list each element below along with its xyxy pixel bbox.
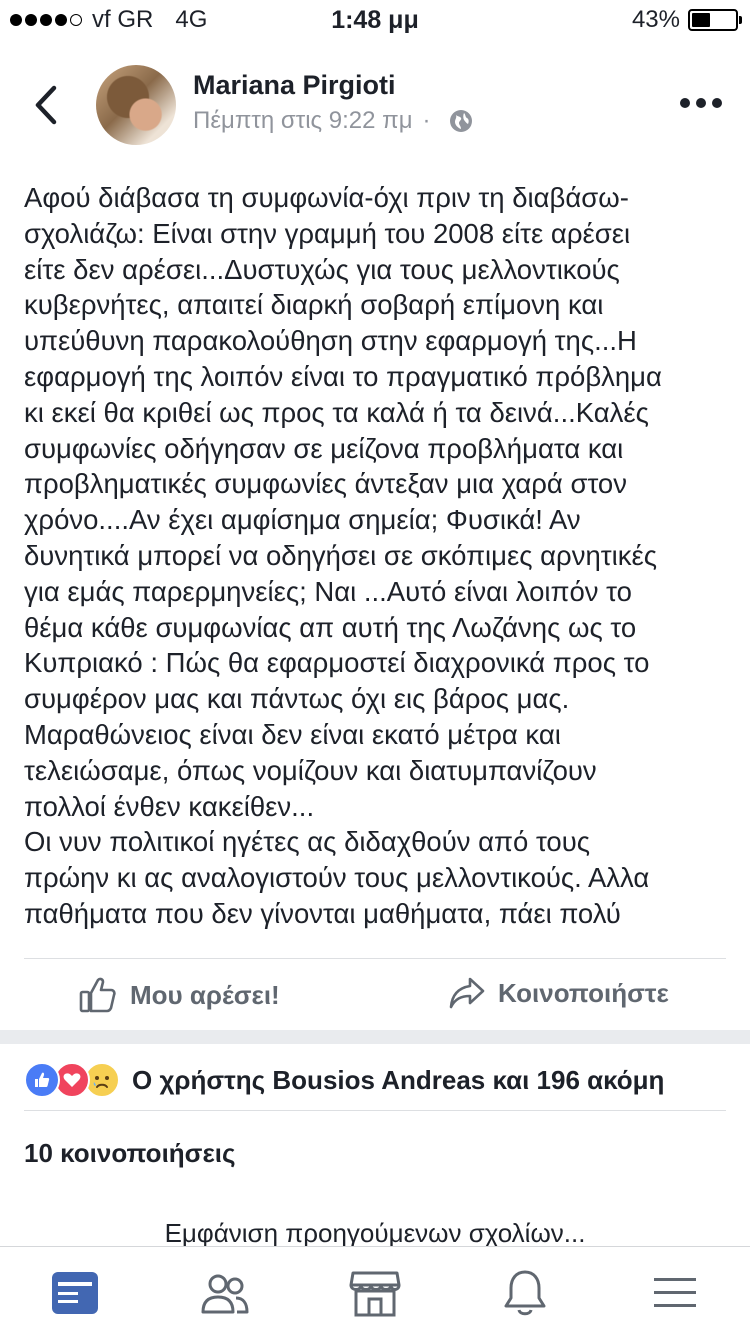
dot-icon [680, 98, 690, 108]
news-feed-icon [52, 1272, 98, 1314]
post-text-line: παθήματα που δεν γίνονται μαθήματα, πάει… [24, 897, 621, 929]
battery-percent: 43% [631, 6, 680, 33]
previous-comments-link[interactable]: Εμφάνιση προηγούμενων σχολίων... [0, 1218, 750, 1249]
notifications-icon [504, 1270, 546, 1316]
avatar[interactable] [96, 65, 176, 145]
post-text-line: εφαρμογή της λοιπόν είναι το πραγματικό … [24, 360, 662, 392]
post-text-line: σχολιάζω: Είναι στην γραμμή του 2008 είτ… [24, 217, 631, 249]
post-text-line: πρώην κι ας αναλογιστούν τους μελλοντικο… [24, 862, 650, 894]
post-text-line: Μαραθώνειος είναι δεν είναι εκατό μέτρα … [24, 718, 561, 750]
section-divider [0, 1030, 750, 1044]
post-text-line: Οι νυν πολιτικοί ηγέτες ας διδαχθούν από… [24, 826, 591, 858]
like-button[interactable]: Μου αρέσει! [78, 975, 280, 1015]
post-text-line: προβληματικές συμφωνίες άντεξαν μια χαρά… [24, 468, 627, 500]
post-text-line: κυβερνήτες, απαιτεί διαρκή σοβαρή επίμον… [24, 289, 604, 321]
post-text-line: τελειώσαμε, όπως νομίζουν και διατυμπανί… [24, 754, 597, 786]
post-text-line: κι εκεί θα κριθεί ως προς τα καλά ή τα δ… [24, 396, 649, 428]
post-text-line: υπεύθυνη παρακολούθηση στην εφαρμογή της… [24, 325, 637, 357]
post-timestamp[interactable]: Πέμπτη στις 9:22 πμ [193, 107, 413, 135]
reactions-text: Ο χρήστης Bousios Andreas και 196 ακόμη [132, 1064, 665, 1095]
tab-menu[interactable] [645, 1265, 705, 1321]
share-label: Κοινοποιήστε [498, 977, 669, 1008]
post-text-line: συμφέρον μας και πάντως όχι εις βάρος μα… [24, 683, 570, 715]
meta-separator: · [422, 107, 431, 134]
author-name[interactable]: Mariana Pirgioti [193, 70, 396, 101]
post-meta: Πέμπτη στις 9:22 πμ · [193, 107, 473, 135]
tab-marketplace[interactable] [345, 1265, 405, 1321]
post-body: Αφού διάβασα τη συμφωνία-όχι πριν τη δια… [24, 180, 730, 932]
post-text-line: συμφωνίες οδήγησαν σε μείζονα προβλήματα… [24, 432, 624, 464]
like-reaction-icon [24, 1062, 60, 1098]
dot-icon [696, 98, 706, 108]
status-right: 43% [631, 6, 742, 34]
marketplace-icon [349, 1271, 401, 1317]
tab-notifications[interactable] [495, 1265, 555, 1321]
status-bar: vf GR 4G 1:48 μμ 43% [0, 0, 750, 40]
battery-icon [688, 9, 742, 31]
divider [24, 958, 726, 959]
post-text-line: Κυπριακό : Πώς θα εφαρμοστεί διαχρονικά … [24, 647, 650, 679]
reactions-summary[interactable]: Ο χρήστης Bousios Andreas και 196 ακόμη [24, 1062, 664, 1098]
dot-icon [712, 98, 722, 108]
post-text-line: δυνητικά μπορεί να οδηγήσει σε σκόπιμες … [24, 539, 657, 571]
tab-bar [0, 1246, 750, 1335]
like-label: Μου αρέσει! [130, 979, 280, 1010]
chevron-left-icon [35, 85, 57, 125]
post-text-line: χρόνο....Αν έχει αμφίσημα σημεία; Φυσικά… [24, 504, 581, 536]
post-text-line: είτε δεν αρέσει...Δυστυχώς για τους μελλ… [24, 253, 620, 285]
tab-friends[interactable] [195, 1265, 255, 1321]
globe-icon [449, 110, 472, 132]
tab-news-feed[interactable] [45, 1265, 105, 1321]
post-text-line: θέμα κάθε συμφωνίας απ αυτή της Λωζάνης … [24, 611, 637, 643]
friends-icon [201, 1274, 249, 1314]
shares-count[interactable]: 10 κοινοποιήσεις [24, 1138, 236, 1169]
share-button[interactable]: Κοινοποιήστε [448, 975, 669, 1011]
share-arrow-icon [449, 977, 485, 1009]
menu-icon [654, 1278, 696, 1307]
post-text-line: Αφού διάβασα τη συμφωνία-όχι πριν τη δια… [24, 182, 629, 213]
post-text-line: πολλοί ένθεν κακείθεν... [24, 790, 315, 822]
thumbs-up-icon [79, 977, 116, 1013]
post-text-line: για εμάς παρερμηνείες; Ναι ...Αυτό είναι… [24, 575, 632, 607]
more-options-button[interactable] [680, 98, 722, 108]
back-button[interactable] [26, 80, 70, 130]
divider [24, 1110, 726, 1111]
